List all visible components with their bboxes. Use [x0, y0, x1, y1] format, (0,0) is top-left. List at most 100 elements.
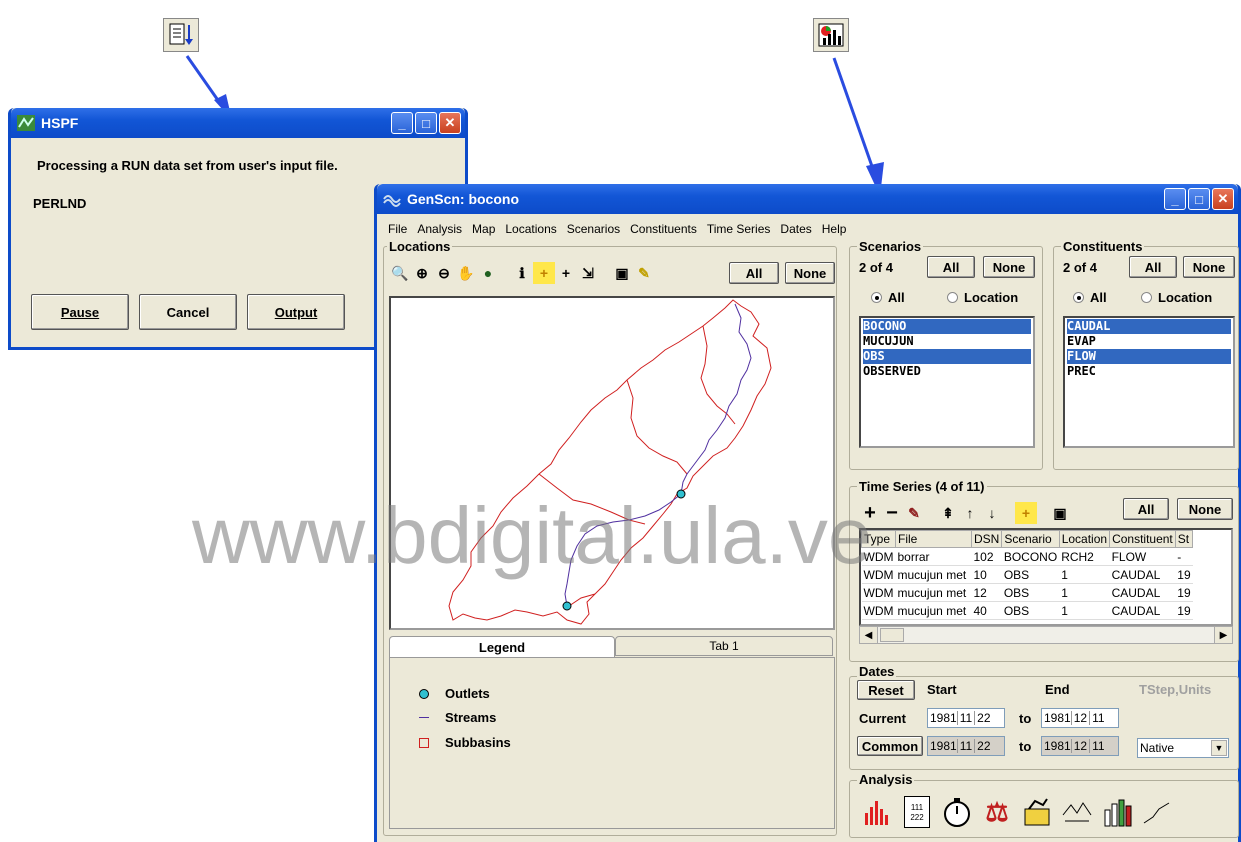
erase-icon[interactable]: ✎	[903, 502, 925, 524]
table-row[interactable]: WDM mucujun met 40 OBS 1 CAUDAL 19	[861, 601, 1193, 620]
scroll-left-icon[interactable]: ◀	[860, 627, 878, 643]
hspf-titlebar[interactable]: HSPF _ □ ✕	[11, 108, 465, 138]
col-location[interactable]: Location	[1058, 530, 1111, 548]
cumulative-bars-icon[interactable]	[1099, 794, 1135, 830]
scenarios-radio-location[interactable]: Location	[947, 290, 1018, 305]
save-icon[interactable]: ▣	[611, 262, 633, 284]
timeseries-none-button[interactable]: None	[1177, 498, 1233, 520]
table-row[interactable]: WDM mucujun met 10 OBS 1 CAUDAL 19	[861, 565, 1193, 584]
zoom-icon[interactable]: 🔍	[389, 262, 411, 284]
legend-streams: Streams	[419, 710, 496, 725]
list-item[interactable]: PREC	[1067, 364, 1231, 379]
list-item[interactable]: CAUDAL	[1067, 319, 1231, 334]
locations-none-button[interactable]: None	[785, 262, 835, 284]
scroll-thumb[interactable]	[880, 628, 904, 642]
bar-chart-icon[interactable]	[859, 794, 895, 830]
timeseries-table[interactable]: Type File DSN Scenario Location Constitu…	[859, 528, 1233, 626]
timeseries-all-button[interactable]: All	[1123, 498, 1169, 520]
list-item[interactable]: EVAP	[1067, 334, 1231, 349]
select-cross-icon[interactable]: +	[555, 262, 577, 284]
constituents-none-button[interactable]: None	[1183, 256, 1235, 278]
pause-button[interactable]: Pause	[31, 294, 129, 330]
current-start-date[interactable]: 1981 11 22	[927, 708, 1005, 728]
current-end-date[interactable]: 1981 12 11	[1041, 708, 1119, 728]
col-scenario[interactable]: Scenario	[1001, 530, 1060, 548]
select-cross-yellow-icon[interactable]: +	[1015, 502, 1037, 524]
outlets-swatch	[419, 688, 429, 699]
minimize-icon[interactable]: _	[391, 112, 413, 134]
constituents-radio-all[interactable]: All	[1073, 290, 1107, 305]
dates-reset-button[interactable]: Reset	[857, 680, 915, 700]
constituents-radio-location[interactable]: Location	[1141, 290, 1212, 305]
info-icon[interactable]: ℹ	[511, 262, 533, 284]
menu-file[interactable]: File	[383, 222, 412, 236]
scroll-right-icon[interactable]: ▶	[1214, 627, 1232, 643]
menu-analysis[interactable]: Analysis	[412, 222, 467, 236]
pan-hand-icon[interactable]: ✋	[455, 262, 477, 284]
list-item[interactable]: FLOW	[1067, 349, 1231, 364]
close-icon[interactable]: ✕	[1212, 188, 1234, 210]
hspf-title: HSPF	[41, 115, 79, 131]
genscn-titlebar[interactable]: GenScn: bocono _ □ ✕	[377, 184, 1238, 214]
zoom-in-icon[interactable]: ⊕	[411, 262, 433, 284]
constituents-list[interactable]: CAUDAL EVAP FLOW PREC	[1063, 316, 1235, 448]
timeseries-label: Time Series (4 of 11)	[857, 479, 987, 494]
menu-help[interactable]: Help	[817, 222, 852, 236]
move-down-icon[interactable]: ↓	[981, 502, 1003, 524]
locations-all-button[interactable]: All	[729, 262, 779, 284]
tab-1[interactable]: Tab 1	[615, 636, 833, 656]
dates-common-button[interactable]: Common	[857, 736, 923, 756]
legend-tab[interactable]: Legend	[389, 636, 615, 658]
move-up-icon[interactable]: ↑	[959, 502, 981, 524]
menu-constituents[interactable]: Constituents	[625, 222, 702, 236]
zoom-out-icon[interactable]: ⊖	[433, 262, 455, 284]
col-file[interactable]: File	[895, 530, 972, 548]
highlight-icon[interactable]: ✎	[633, 262, 655, 284]
legend-outlets: Outlets	[419, 686, 490, 701]
menu-locations[interactable]: Locations	[500, 222, 561, 236]
analysis-label: Analysis	[857, 772, 915, 787]
menu-dates[interactable]: Dates	[775, 222, 816, 236]
balance-scale-icon[interactable]: ⚖	[979, 794, 1015, 830]
list-item[interactable]: OBS	[863, 349, 1031, 364]
menu-map[interactable]: Map	[467, 222, 500, 236]
line-plot-icon[interactable]	[1139, 794, 1175, 830]
list-item[interactable]: BOCONO	[863, 319, 1031, 334]
col-dsn[interactable]: DSN	[970, 530, 1003, 548]
table-row[interactable]: WDM borrar 102 BOCONO RCH2 FLOW -	[861, 547, 1193, 566]
scenarios-all-button[interactable]: All	[927, 256, 975, 278]
maximize-icon[interactable]: □	[1188, 188, 1210, 210]
list-item[interactable]: MUCUJUN	[863, 334, 1031, 349]
cancel-button[interactable]: Cancel	[139, 294, 237, 330]
dates-to-label: to	[1019, 711, 1032, 726]
scenarios-radio-all[interactable]: All	[871, 290, 905, 305]
globe-icon[interactable]: ●	[477, 262, 499, 284]
scenarios-list[interactable]: BOCONO MUCUJUN OBS OBSERVED	[859, 316, 1035, 448]
stopwatch-icon[interactable]	[939, 794, 975, 830]
scenarios-none-button[interactable]: None	[983, 256, 1035, 278]
select-cross-yellow-icon[interactable]: +	[533, 262, 555, 284]
move-top-icon[interactable]: ⇞	[937, 502, 959, 524]
dates-end-label: End	[1045, 682, 1070, 697]
col-constituent[interactable]: Constituent	[1109, 530, 1176, 548]
constituents-all-button[interactable]: All	[1129, 256, 1177, 278]
menu-scenarios[interactable]: Scenarios	[562, 222, 625, 236]
remove-icon[interactable]: −	[881, 502, 903, 524]
list-table-icon[interactable]: 111 222	[899, 794, 935, 830]
profile-icon[interactable]	[1059, 794, 1095, 830]
table-row[interactable]: WDM mucujun met 12 OBS 1 CAUDAL 19	[861, 583, 1193, 602]
minimize-icon[interactable]: _	[1164, 188, 1186, 210]
output-button[interactable]: Output	[247, 294, 345, 330]
units-select[interactable]: Native ▼	[1137, 738, 1229, 758]
menu-time-series[interactable]: Time Series	[702, 222, 776, 236]
col-start[interactable]: St	[1174, 530, 1194, 548]
chevron-down-icon[interactable]: ▼	[1211, 740, 1227, 756]
save-icon[interactable]: ▣	[1049, 502, 1071, 524]
select-pointer-icon[interactable]: ⇲	[577, 262, 599, 284]
generate-folder-icon[interactable]	[1019, 794, 1055, 830]
scenarios-count: 2 of 4	[859, 260, 893, 275]
list-item[interactable]: OBSERVED	[863, 364, 1031, 379]
close-icon[interactable]: ✕	[439, 112, 461, 134]
timeseries-hscrollbar[interactable]: ◀ ▶	[859, 626, 1233, 644]
maximize-icon[interactable]: □	[415, 112, 437, 134]
